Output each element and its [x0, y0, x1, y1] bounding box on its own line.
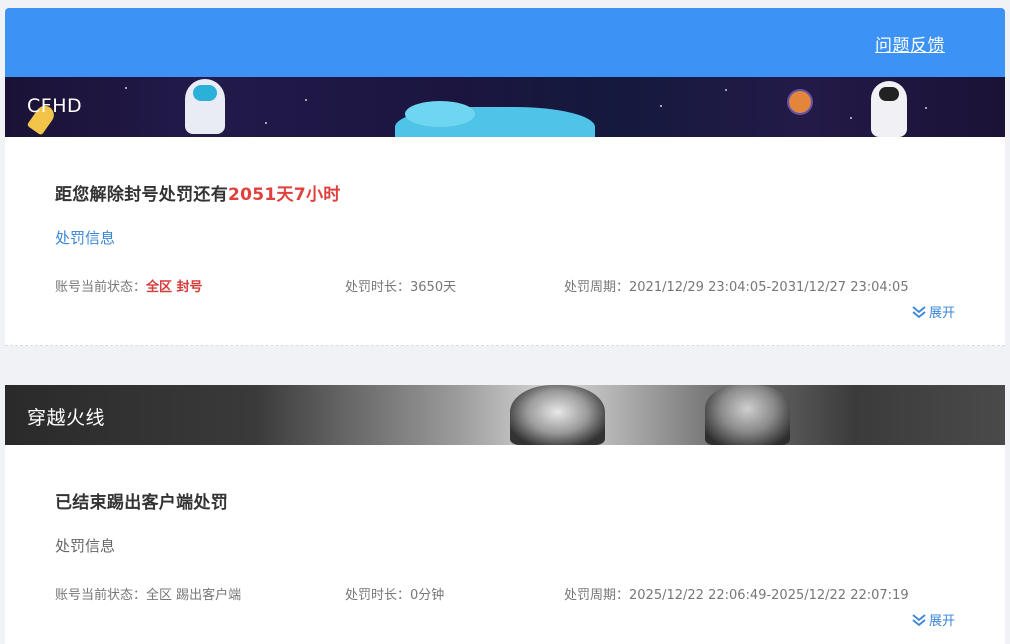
status-value: 全区 封号 — [146, 280, 203, 295]
game-banner-cfhd: CFHD — [5, 77, 1005, 137]
status-value: 全区 踢出客户端 — [146, 588, 242, 603]
expand-button[interactable]: 展开 — [911, 302, 955, 321]
duration-value: 0分钟 — [410, 588, 445, 603]
penalty-info-link[interactable]: 处罚信息 — [55, 535, 115, 556]
astronaut-visor — [879, 87, 899, 101]
star-decoration — [660, 105, 662, 107]
expand-button[interactable]: 展开 — [911, 610, 955, 629]
headline-text: 已结束踢出客户端处罚 — [55, 493, 228, 513]
feedback-link[interactable]: 问题反馈 — [875, 31, 945, 56]
star-decoration — [850, 117, 852, 119]
remaining-time: 2051天7小时 — [228, 185, 341, 205]
star-decoration — [305, 99, 307, 101]
character-illustration — [705, 385, 790, 445]
page: 问题反馈 CFHD 距您解除封号处罚还有2051天7小时 处罚信息 账号当前状态… — [0, 0, 1010, 644]
period-label: 处罚周期： — [564, 280, 630, 295]
penalty-duration: 处罚时长：3650天 — [345, 276, 456, 295]
star-decoration — [925, 107, 927, 109]
duration-value: 3650天 — [410, 280, 457, 295]
penalty-headline: 距您解除封号处罚还有2051天7小时 — [55, 180, 341, 205]
star-decoration — [265, 122, 267, 124]
character-illustration — [510, 385, 605, 445]
spaceship-dome — [405, 101, 475, 127]
status-label: 账号当前状态： — [55, 588, 147, 603]
penalty-card-cfhd: CFHD 距您解除封号处罚还有2051天7小时 处罚信息 账号当前状态：全区 封… — [5, 77, 1005, 346]
double-chevron-down-icon — [912, 305, 926, 318]
period-value: 2021/12/29 23:04:05-2031/12/27 23:04:05 — [629, 280, 909, 295]
header-bar: 问题反馈 — [5, 8, 1005, 77]
star-decoration — [725, 89, 727, 91]
planet-illustration — [789, 91, 811, 113]
account-status: 账号当前状态：全区 踢出客户端 — [55, 584, 241, 603]
game-banner-cf: 穿越火线 — [5, 385, 1005, 445]
penalty-info-link[interactable]: 处罚信息 — [55, 227, 115, 248]
penalty-headline: 已结束踢出客户端处罚 — [55, 488, 228, 513]
astronaut-visor — [193, 85, 217, 101]
double-chevron-down-icon — [912, 613, 926, 626]
period-value: 2025/12/22 22:06:49-2025/12/22 22:07:19 — [629, 588, 909, 603]
penalty-duration: 处罚时长：0分钟 — [345, 584, 444, 603]
period-label: 处罚周期： — [564, 588, 630, 603]
star-decoration — [125, 87, 127, 89]
penalty-period: 处罚周期：2025/12/22 22:06:49-2025/12/22 22:0… — [564, 584, 909, 603]
game-title: CFHD — [27, 95, 83, 117]
game-title: 穿越火线 — [27, 407, 106, 429]
duration-label: 处罚时长： — [345, 280, 411, 295]
duration-label: 处罚时长： — [345, 588, 411, 603]
expand-label: 展开 — [928, 614, 955, 629]
expand-label: 展开 — [928, 306, 955, 321]
status-label: 账号当前状态： — [55, 280, 147, 295]
penalty-card-cf: 穿越火线 已结束踢出客户端处罚 处罚信息 账号当前状态：全区 踢出客户端 处罚时… — [5, 385, 1005, 644]
penalty-period: 处罚周期：2021/12/29 23:04:05-2031/12/27 23:0… — [564, 276, 909, 295]
account-status: 账号当前状态：全区 封号 — [55, 276, 203, 295]
headline-text: 距您解除封号处罚还有 — [55, 185, 228, 205]
